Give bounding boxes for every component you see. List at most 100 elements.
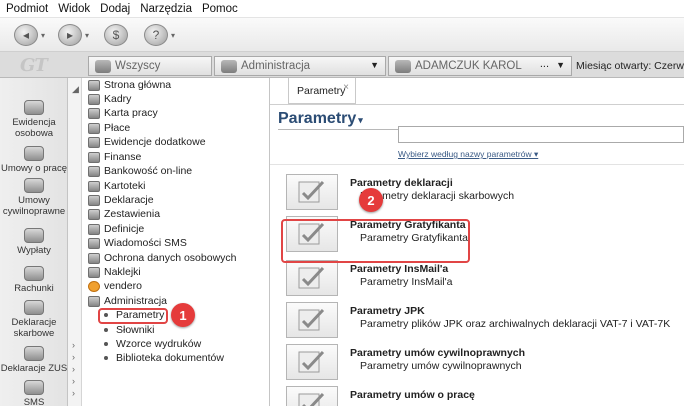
nav-label: Deklaracje skarbowe (11, 317, 57, 339)
handshake-icon (24, 178, 44, 193)
back-button[interactable]: ◂ ▾ (14, 23, 45, 47)
chevron-down-icon: ▼ (370, 60, 379, 70)
menu-narzedzia[interactable]: Narzędzia (140, 3, 192, 15)
tree-label: Ochrona danych osobowych (104, 252, 237, 264)
declaration-icon (88, 194, 100, 206)
people-icon (88, 93, 100, 105)
report-icon (88, 208, 100, 220)
money-icon: $ (104, 24, 128, 46)
nav-ewidencja-osobowa[interactable]: Ewidencja osobowa (0, 100, 68, 139)
help-button[interactable]: ? ▾ (144, 23, 175, 47)
chevron-down-icon: ▾ (358, 115, 363, 125)
tab-parametry[interactable]: Parametry × (288, 78, 356, 104)
tree-label: Kartoteki (104, 180, 146, 192)
toolbar: ◂ ▾ ▸ ▾ $ ? ▾ (0, 18, 684, 52)
chevron-right-icon: › (72, 340, 75, 350)
tree-item-strona-glowna[interactable]: Strona główna (88, 78, 171, 92)
param-title: Parametry umów cywilnoprawnych (350, 347, 526, 359)
param-desc: Parametry umów cywilnoprawnych (360, 360, 522, 372)
person-tab[interactable]: ADAMCZUK KAROL ... ▼ (388, 56, 572, 76)
tree-item-zestawienia[interactable]: Zestawienia (88, 207, 160, 221)
param-item-jpk[interactable]: Parametry JPK Parametry plików JPK oraz … (284, 302, 684, 342)
tree-label: Ewidencje dodatkowe (104, 136, 206, 148)
nav-umowy-o-prace[interactable]: Umowy o pracę (0, 146, 68, 174)
tree-item-finanse[interactable]: Finanse (88, 150, 141, 164)
nav-umowy-cywilnoprawne[interactable]: Umowy cywilnoprawne (0, 178, 68, 217)
tree-subitem-biblioteka[interactable]: Biblioteka dokumentów (104, 351, 224, 365)
menu-pomoc[interactable]: Pomoc (202, 3, 238, 15)
tree-label: Strona główna (104, 79, 172, 91)
module-tab-label: Administracja (241, 60, 311, 72)
tree-subitem-wzorce[interactable]: Wzorce wydruków (104, 337, 201, 351)
settings-document-icon (286, 302, 338, 338)
forward-arrow-icon: ▸ (58, 24, 82, 46)
vendero-icon (88, 280, 100, 292)
param-desc: Parametry deklaracji skarbowych (360, 190, 515, 202)
tree-label: Administracja (104, 295, 168, 307)
nav-label: Umowy cywilnoprawne (2, 195, 66, 217)
tab-label: Parametry (297, 84, 346, 97)
tree-item-karta-pracy[interactable]: Karta pracy (88, 106, 158, 120)
money-button[interactable]: $ (104, 23, 128, 47)
tree-item-place[interactable]: Płace (88, 121, 130, 135)
tree-item-ewidencje-dodatkowe[interactable]: Ewidencje dodatkowe (88, 135, 206, 149)
chevron-right-icon: › (72, 364, 75, 374)
nav-deklaracje-skarbowe[interactable]: Deklaracje skarbowe (0, 300, 68, 339)
menu-widok[interactable]: Widok (58, 3, 90, 15)
forward-button[interactable]: ▸ ▾ (58, 23, 89, 47)
param-title: Parametry InsMail'a (350, 263, 449, 275)
nav-deklaracje-zus[interactable]: Deklaracje ZUS (0, 346, 68, 374)
back-arrow-icon: ◂ (14, 24, 38, 46)
param-desc: Parametry plików JPK oraz archiwalnych d… (360, 318, 671, 330)
close-icon[interactable]: × (343, 82, 349, 93)
definitions-icon (88, 223, 100, 235)
sort-link[interactable]: Wybierz według nazwy parametrów ▾ (398, 149, 538, 160)
menu-podmiot[interactable]: Podmiot (6, 3, 48, 15)
menu-dodaj[interactable]: Dodaj (100, 3, 130, 15)
menubar: Podmiot Widok Dodaj Narzędzia Pomoc (0, 0, 684, 18)
param-item-umow-cywilnoprawnych[interactable]: Parametry umów cywilnoprawnych Parametry… (284, 344, 684, 384)
collapse-strip[interactable]: ◢ › › › › › (68, 78, 82, 406)
bullet-icon (104, 328, 108, 332)
divider (270, 104, 684, 105)
tree-item-bankowosc[interactable]: Bankowość on-line (88, 164, 192, 178)
chevron-down-icon: ▼ (556, 60, 565, 70)
settings-document-icon (286, 260, 338, 296)
divider (270, 164, 684, 165)
dropdown-arrow-icon: ▾ (85, 30, 90, 40)
tree-item-ochrona-danych[interactable]: Ochrona danych osobowych (88, 251, 237, 265)
collapse-pin-icon: ◢ (72, 84, 79, 94)
tree-item-definicje[interactable]: Definicje (88, 222, 144, 236)
contract-icon (24, 146, 44, 161)
search-input[interactable] (398, 126, 684, 143)
highlight-gratyfikanta (281, 219, 470, 263)
param-item-deklaracji[interactable]: Parametry deklaracji Parametry deklaracj… (284, 174, 684, 214)
person-icon (395, 59, 411, 73)
tree-item-administracja[interactable]: Administracja (88, 294, 167, 308)
nav-sms[interactable]: SMS (0, 380, 68, 406)
nav-rachunki[interactable]: Rachunki (0, 266, 68, 294)
tree-subitem-slowniki[interactable]: Słowniki (104, 323, 155, 337)
records-icon (88, 136, 100, 148)
settings-document-icon (286, 386, 338, 406)
settings-document-icon (286, 174, 338, 210)
tree-item-deklaracje[interactable]: Deklaracje (88, 193, 154, 207)
chevron-right-icon: › (72, 352, 75, 362)
tree-item-kartoteki[interactable]: Kartoteki (88, 179, 145, 193)
chevron-right-icon: › (72, 376, 75, 386)
bullet-icon (104, 342, 108, 346)
tree-item-kadry[interactable]: Kadry (88, 92, 131, 106)
module-tab[interactable]: Administracja ▼ (214, 56, 386, 76)
sticker-icon (88, 266, 100, 278)
users-tab[interactable]: Wszyscy (88, 56, 212, 76)
tree-label: Wiadomości SMS (104, 237, 187, 249)
param-item-insmail[interactable]: Parametry InsMail'a Parametry InsMail'a (284, 260, 684, 300)
tree-item-vendero[interactable]: vendero (88, 279, 142, 293)
page-title[interactable]: Parametry ▾ (278, 110, 363, 128)
tree-label: Definicje (104, 223, 145, 235)
tree-item-wiadomosci-sms[interactable]: Wiadomości SMS (88, 236, 187, 250)
param-title: Parametry JPK (350, 305, 425, 317)
param-item-umow-o-prace[interactable]: Parametry umów o pracę (284, 386, 684, 406)
nav-wyplaty[interactable]: Wypłaty (0, 228, 68, 256)
tree-item-naklejki[interactable]: Naklejki (88, 265, 141, 279)
